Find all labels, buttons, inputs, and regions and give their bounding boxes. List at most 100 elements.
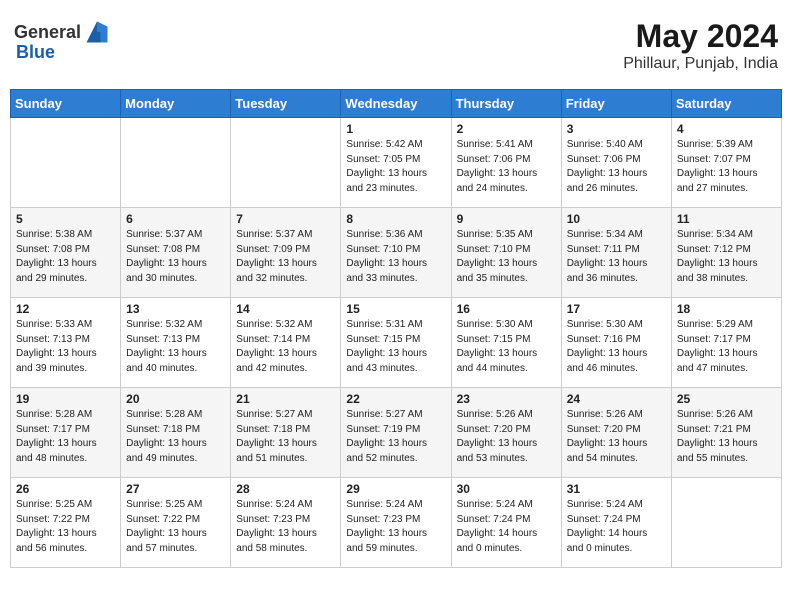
calendar-table: SundayMondayTuesdayWednesdayThursdayFrid… bbox=[10, 89, 782, 568]
weekday-header-friday: Friday bbox=[561, 90, 671, 118]
day-info: Sunrise: 5:32 AM Sunset: 7:14 PM Dayligh… bbox=[236, 318, 335, 376]
day-number: 23 bbox=[457, 392, 556, 406]
day-number: 12 bbox=[16, 302, 115, 316]
day-info: Sunrise: 5:34 AM Sunset: 7:12 PM Dayligh… bbox=[677, 228, 776, 286]
calendar-cell bbox=[11, 118, 121, 208]
weekday-header-thursday: Thursday bbox=[451, 90, 561, 118]
day-info: Sunrise: 5:38 AM Sunset: 7:08 PM Dayligh… bbox=[16, 228, 115, 286]
calendar-cell: 20Sunrise: 5:28 AM Sunset: 7:18 PM Dayli… bbox=[121, 388, 231, 478]
calendar-cell: 13 Sunrise: 5:32 AM Sunset: 7:13 PM Dayli… bbox=[121, 298, 231, 388]
day-info: Sunrise: 5:25 AM Sunset: 7:22 PM Dayligh… bbox=[126, 498, 225, 556]
day-number: 17 bbox=[567, 302, 666, 316]
calendar-cell: 6 Sunrise: 5:37 AM Sunset: 7:08 PM Daylig… bbox=[121, 208, 231, 298]
calendar-cell bbox=[231, 118, 341, 208]
calendar-cell: 22 Sunrise: 5:27 AM Sunset: 7:19 PM Dayli… bbox=[341, 388, 451, 478]
calendar-cell bbox=[671, 478, 781, 568]
logo-icon bbox=[83, 18, 111, 46]
day-info: Sunrise: 5:30 AM Sunset: 7:15 PM Dayligh… bbox=[457, 318, 556, 376]
calendar-cell: 8 Sunrise: 5:36 AM Sunset: 7:10 PM Daylig… bbox=[341, 208, 451, 298]
day-info: Sunrise: 5:33 AM Sunset: 7:13 PM Dayligh… bbox=[16, 318, 115, 376]
weekday-header-monday: Monday bbox=[121, 90, 231, 118]
weekday-header-sunday: Sunday bbox=[11, 90, 121, 118]
day-number: 28 bbox=[236, 482, 335, 496]
calendar-cell: 30Sunrise: 5:24 AM Sunset: 7:24 PM Dayli… bbox=[451, 478, 561, 568]
title-block: May 2024 Phillaur, Punjab, India bbox=[623, 18, 778, 73]
calendar-cell: 18Sunrise: 5:29 AM Sunset: 7:17 PM Dayli… bbox=[671, 298, 781, 388]
weekday-header-tuesday: Tuesday bbox=[231, 90, 341, 118]
day-info: Sunrise: 5:40 AM Sunset: 7:06 PM Dayligh… bbox=[567, 138, 666, 196]
day-number: 1 bbox=[346, 122, 445, 136]
day-number: 5 bbox=[16, 212, 115, 226]
calendar-week-1: 1 Sunrise: 5:42 AM Sunset: 7:05 PM Daylig… bbox=[11, 118, 782, 208]
day-number: 14 bbox=[236, 302, 335, 316]
calendar-cell: 11 Sunrise: 5:34 AM Sunset: 7:12 PM Dayli… bbox=[671, 208, 781, 298]
day-number: 22 bbox=[346, 392, 445, 406]
day-info: Sunrise: 5:29 AM Sunset: 7:17 PM Dayligh… bbox=[677, 318, 776, 376]
calendar-cell: 10Sunrise: 5:34 AM Sunset: 7:11 PM Dayli… bbox=[561, 208, 671, 298]
calendar-cell: 28Sunrise: 5:24 AM Sunset: 7:23 PM Dayli… bbox=[231, 478, 341, 568]
weekday-header-saturday: Saturday bbox=[671, 90, 781, 118]
day-number: 13 bbox=[126, 302, 225, 316]
day-number: 16 bbox=[457, 302, 556, 316]
day-number: 24 bbox=[567, 392, 666, 406]
calendar-week-5: 26 Sunrise: 5:25 AM Sunset: 7:22 PM Dayli… bbox=[11, 478, 782, 568]
calendar-cell: 24 Sunrise: 5:26 AM Sunset: 7:20 PM Dayli… bbox=[561, 388, 671, 478]
calendar-cell: 29 Sunrise: 5:24 AM Sunset: 7:23 PM Dayli… bbox=[341, 478, 451, 568]
calendar-cell: 25 Sunrise: 5:26 AM Sunset: 7:21 PM Dayli… bbox=[671, 388, 781, 478]
day-number: 29 bbox=[346, 482, 445, 496]
day-number: 7 bbox=[236, 212, 335, 226]
calendar-cell: 17 Sunrise: 5:30 AM Sunset: 7:16 PM Dayli… bbox=[561, 298, 671, 388]
calendar-cell: 4 Sunrise: 5:39 AM Sunset: 7:07 PM Daylig… bbox=[671, 118, 781, 208]
calendar-location: Phillaur, Punjab, India bbox=[623, 55, 778, 73]
day-number: 15 bbox=[346, 302, 445, 316]
day-number: 6 bbox=[126, 212, 225, 226]
day-info: Sunrise: 5:27 AM Sunset: 7:19 PM Dayligh… bbox=[346, 408, 445, 466]
day-info: Sunrise: 5:41 AM Sunset: 7:06 PM Dayligh… bbox=[457, 138, 556, 196]
calendar-cell: 19 Sunrise: 5:28 AM Sunset: 7:17 PM Dayli… bbox=[11, 388, 121, 478]
calendar-week-4: 19 Sunrise: 5:28 AM Sunset: 7:17 PM Dayli… bbox=[11, 388, 782, 478]
day-number: 8 bbox=[346, 212, 445, 226]
day-info: Sunrise: 5:37 AM Sunset: 7:09 PM Dayligh… bbox=[236, 228, 335, 286]
day-number: 21 bbox=[236, 392, 335, 406]
calendar-cell bbox=[121, 118, 231, 208]
calendar-cell: 2 Sunrise: 5:41 AM Sunset: 7:06 PM Daylig… bbox=[451, 118, 561, 208]
day-info: Sunrise: 5:35 AM Sunset: 7:10 PM Dayligh… bbox=[457, 228, 556, 286]
calendar-cell: 9Sunrise: 5:35 AM Sunset: 7:10 PM Daylig… bbox=[451, 208, 561, 298]
day-info: Sunrise: 5:32 AM Sunset: 7:13 PM Dayligh… bbox=[126, 318, 225, 376]
day-number: 4 bbox=[677, 122, 776, 136]
day-number: 25 bbox=[677, 392, 776, 406]
calendar-cell: 3Sunrise: 5:40 AM Sunset: 7:06 PM Daylig… bbox=[561, 118, 671, 208]
day-info: Sunrise: 5:24 AM Sunset: 7:24 PM Dayligh… bbox=[457, 498, 556, 556]
page-header: General Blue May 2024 Phillaur, Punjab, … bbox=[10, 10, 782, 81]
calendar-title: May 2024 bbox=[623, 18, 778, 55]
day-info: Sunrise: 5:25 AM Sunset: 7:22 PM Dayligh… bbox=[16, 498, 115, 556]
day-info: Sunrise: 5:26 AM Sunset: 7:20 PM Dayligh… bbox=[567, 408, 666, 466]
calendar-header-row: SundayMondayTuesdayWednesdayThursdayFrid… bbox=[11, 90, 782, 118]
day-info: Sunrise: 5:39 AM Sunset: 7:07 PM Dayligh… bbox=[677, 138, 776, 196]
calendar-cell: 14 Sunrise: 5:32 AM Sunset: 7:14 PM Dayli… bbox=[231, 298, 341, 388]
logo-text-general: General bbox=[14, 22, 81, 43]
calendar-week-3: 12 Sunrise: 5:33 AM Sunset: 7:13 PM Dayli… bbox=[11, 298, 782, 388]
day-number: 11 bbox=[677, 212, 776, 226]
day-info: Sunrise: 5:30 AM Sunset: 7:16 PM Dayligh… bbox=[567, 318, 666, 376]
day-info: Sunrise: 5:24 AM Sunset: 7:23 PM Dayligh… bbox=[346, 498, 445, 556]
day-number: 2 bbox=[457, 122, 556, 136]
day-info: Sunrise: 5:36 AM Sunset: 7:10 PM Dayligh… bbox=[346, 228, 445, 286]
calendar-cell: 27 Sunrise: 5:25 AM Sunset: 7:22 PM Dayli… bbox=[121, 478, 231, 568]
day-number: 10 bbox=[567, 212, 666, 226]
day-info: Sunrise: 5:26 AM Sunset: 7:20 PM Dayligh… bbox=[457, 408, 556, 466]
day-info: Sunrise: 5:26 AM Sunset: 7:21 PM Dayligh… bbox=[677, 408, 776, 466]
calendar-cell: 5 Sunrise: 5:38 AM Sunset: 7:08 PM Daylig… bbox=[11, 208, 121, 298]
day-info: Sunrise: 5:42 AM Sunset: 7:05 PM Dayligh… bbox=[346, 138, 445, 196]
logo: General Blue bbox=[14, 18, 111, 63]
day-info: Sunrise: 5:37 AM Sunset: 7:08 PM Dayligh… bbox=[126, 228, 225, 286]
day-number: 31 bbox=[567, 482, 666, 496]
day-info: Sunrise: 5:24 AM Sunset: 7:24 PM Dayligh… bbox=[567, 498, 666, 556]
calendar-cell: 26 Sunrise: 5:25 AM Sunset: 7:22 PM Dayli… bbox=[11, 478, 121, 568]
day-info: Sunrise: 5:28 AM Sunset: 7:17 PM Dayligh… bbox=[16, 408, 115, 466]
calendar-cell: 12 Sunrise: 5:33 AM Sunset: 7:13 PM Dayli… bbox=[11, 298, 121, 388]
calendar-cell: 7 Sunrise: 5:37 AM Sunset: 7:09 PM Daylig… bbox=[231, 208, 341, 298]
day-number: 27 bbox=[126, 482, 225, 496]
day-number: 26 bbox=[16, 482, 115, 496]
day-number: 19 bbox=[16, 392, 115, 406]
